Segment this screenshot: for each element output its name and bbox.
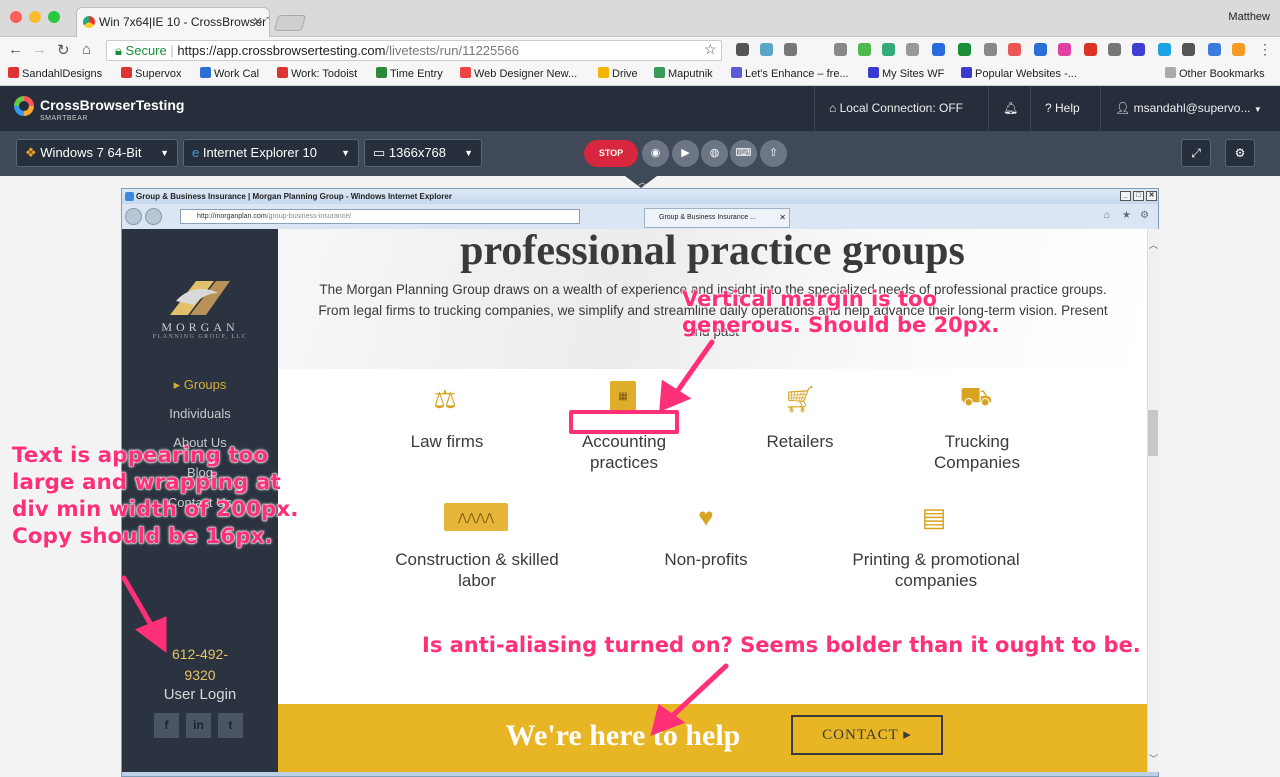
annotation-margin-note: Vertical margin is too generous. Should …: [682, 287, 1000, 338]
arrow-text-shaft: [121, 575, 157, 633]
arrow-margin-shaft: [671, 339, 715, 399]
annotation-arrows: [121, 339, 729, 737]
arrow-text-head: [135, 616, 167, 653]
annotation-antialiasing-note: Is anti-aliasing turned on? Seems bolder…: [422, 633, 1141, 658]
arrow-aa-shaft: [665, 663, 729, 723]
annotation-text-size-note: Text is appearing too large and wrapping…: [12, 443, 299, 550]
